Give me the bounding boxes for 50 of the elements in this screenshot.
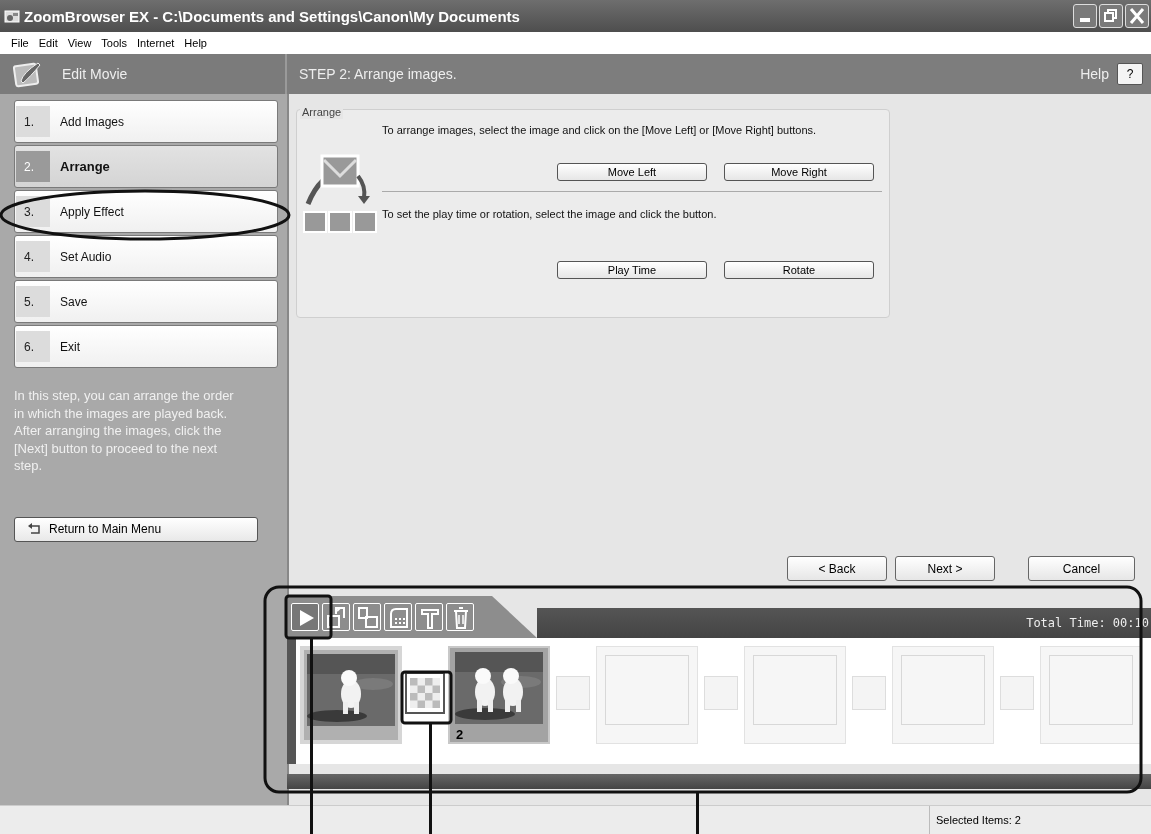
empty-transition-slot bbox=[556, 676, 590, 710]
step-button[interactable]: 5. Save bbox=[14, 280, 278, 323]
step-button[interactable]: 2. Arrange bbox=[14, 145, 278, 188]
action-button[interactable]: Move Right bbox=[724, 163, 874, 181]
minimize-button[interactable] bbox=[1073, 4, 1097, 28]
empty-transition-slot bbox=[852, 676, 886, 710]
step-button[interactable]: 6. Exit bbox=[14, 325, 278, 368]
menu-item[interactable]: View bbox=[62, 37, 97, 49]
clip-number: 2 bbox=[456, 727, 464, 742]
close-button[interactable] bbox=[1125, 4, 1149, 28]
help-label: Help bbox=[1080, 66, 1109, 82]
empty-transition-slot bbox=[1000, 676, 1034, 710]
step-description: In this step, you can arrange the order in which the images are played back. After arranging the images, click the [Next] button to proceed to the next step. bbox=[14, 387, 235, 475]
step-button[interactable]: 4. Set Audio bbox=[14, 235, 278, 278]
return-arrow-icon bbox=[27, 523, 41, 535]
image-clip[interactable]: 2 bbox=[448, 646, 550, 744]
instruction-text: To set the play time or rotation, select the image and click the button. bbox=[382, 208, 718, 221]
menu-item[interactable]: Edit bbox=[33, 37, 63, 49]
action-button[interactable]: Rotate bbox=[724, 261, 874, 279]
step-button[interactable]: 1. Add Images bbox=[14, 100, 278, 143]
return-button[interactable]: Return to Main Menu bbox=[14, 516, 258, 542]
window-title: ZoomBrowser EX - C:\Documents and Settings\Canon\My Documents bbox=[24, 7, 520, 25]
trash-button[interactable] bbox=[446, 603, 474, 631]
step-title: STEP 2: Arrange images. bbox=[299, 66, 457, 82]
minimize-icon bbox=[1080, 18, 1090, 22]
help-button[interactable]: ? bbox=[1117, 63, 1143, 85]
nav-button[interactable]: Next > bbox=[895, 556, 995, 581]
menu-item[interactable]: Tools bbox=[96, 37, 133, 49]
app-icon bbox=[4, 8, 20, 24]
instruction-text: To arrange images, select the image and click on the [Move Left] or [Move Right] buttons. bbox=[382, 124, 818, 137]
action-button[interactable]: Move Left bbox=[557, 163, 707, 181]
step-button[interactable]: 3. Apply Effect bbox=[14, 190, 278, 233]
status-text: Selected Items: 2 bbox=[929, 806, 1151, 834]
checker-icon bbox=[410, 678, 440, 708]
restore-button[interactable] bbox=[1099, 4, 1123, 28]
nav-button[interactable]: Cancel bbox=[1028, 556, 1135, 581]
menu-item[interactable]: Help bbox=[179, 37, 212, 49]
leader-line bbox=[696, 792, 699, 834]
nav-button[interactable]: < Back bbox=[787, 556, 887, 581]
group-legend: Arrange bbox=[300, 105, 344, 119]
menu-item[interactable]: Internet bbox=[132, 37, 180, 49]
image-clip[interactable] bbox=[300, 646, 402, 744]
keypad-button[interactable] bbox=[384, 603, 412, 631]
menu-item[interactable]: File bbox=[6, 37, 34, 49]
transition-tile[interactable] bbox=[405, 672, 445, 714]
empty-transition-slot bbox=[704, 676, 738, 710]
total-time: Total Time: 00:10 bbox=[1026, 616, 1150, 630]
action-button[interactable]: Play Time bbox=[557, 261, 707, 279]
play-button[interactable] bbox=[291, 603, 319, 631]
section-title: Edit Movie bbox=[62, 66, 128, 82]
